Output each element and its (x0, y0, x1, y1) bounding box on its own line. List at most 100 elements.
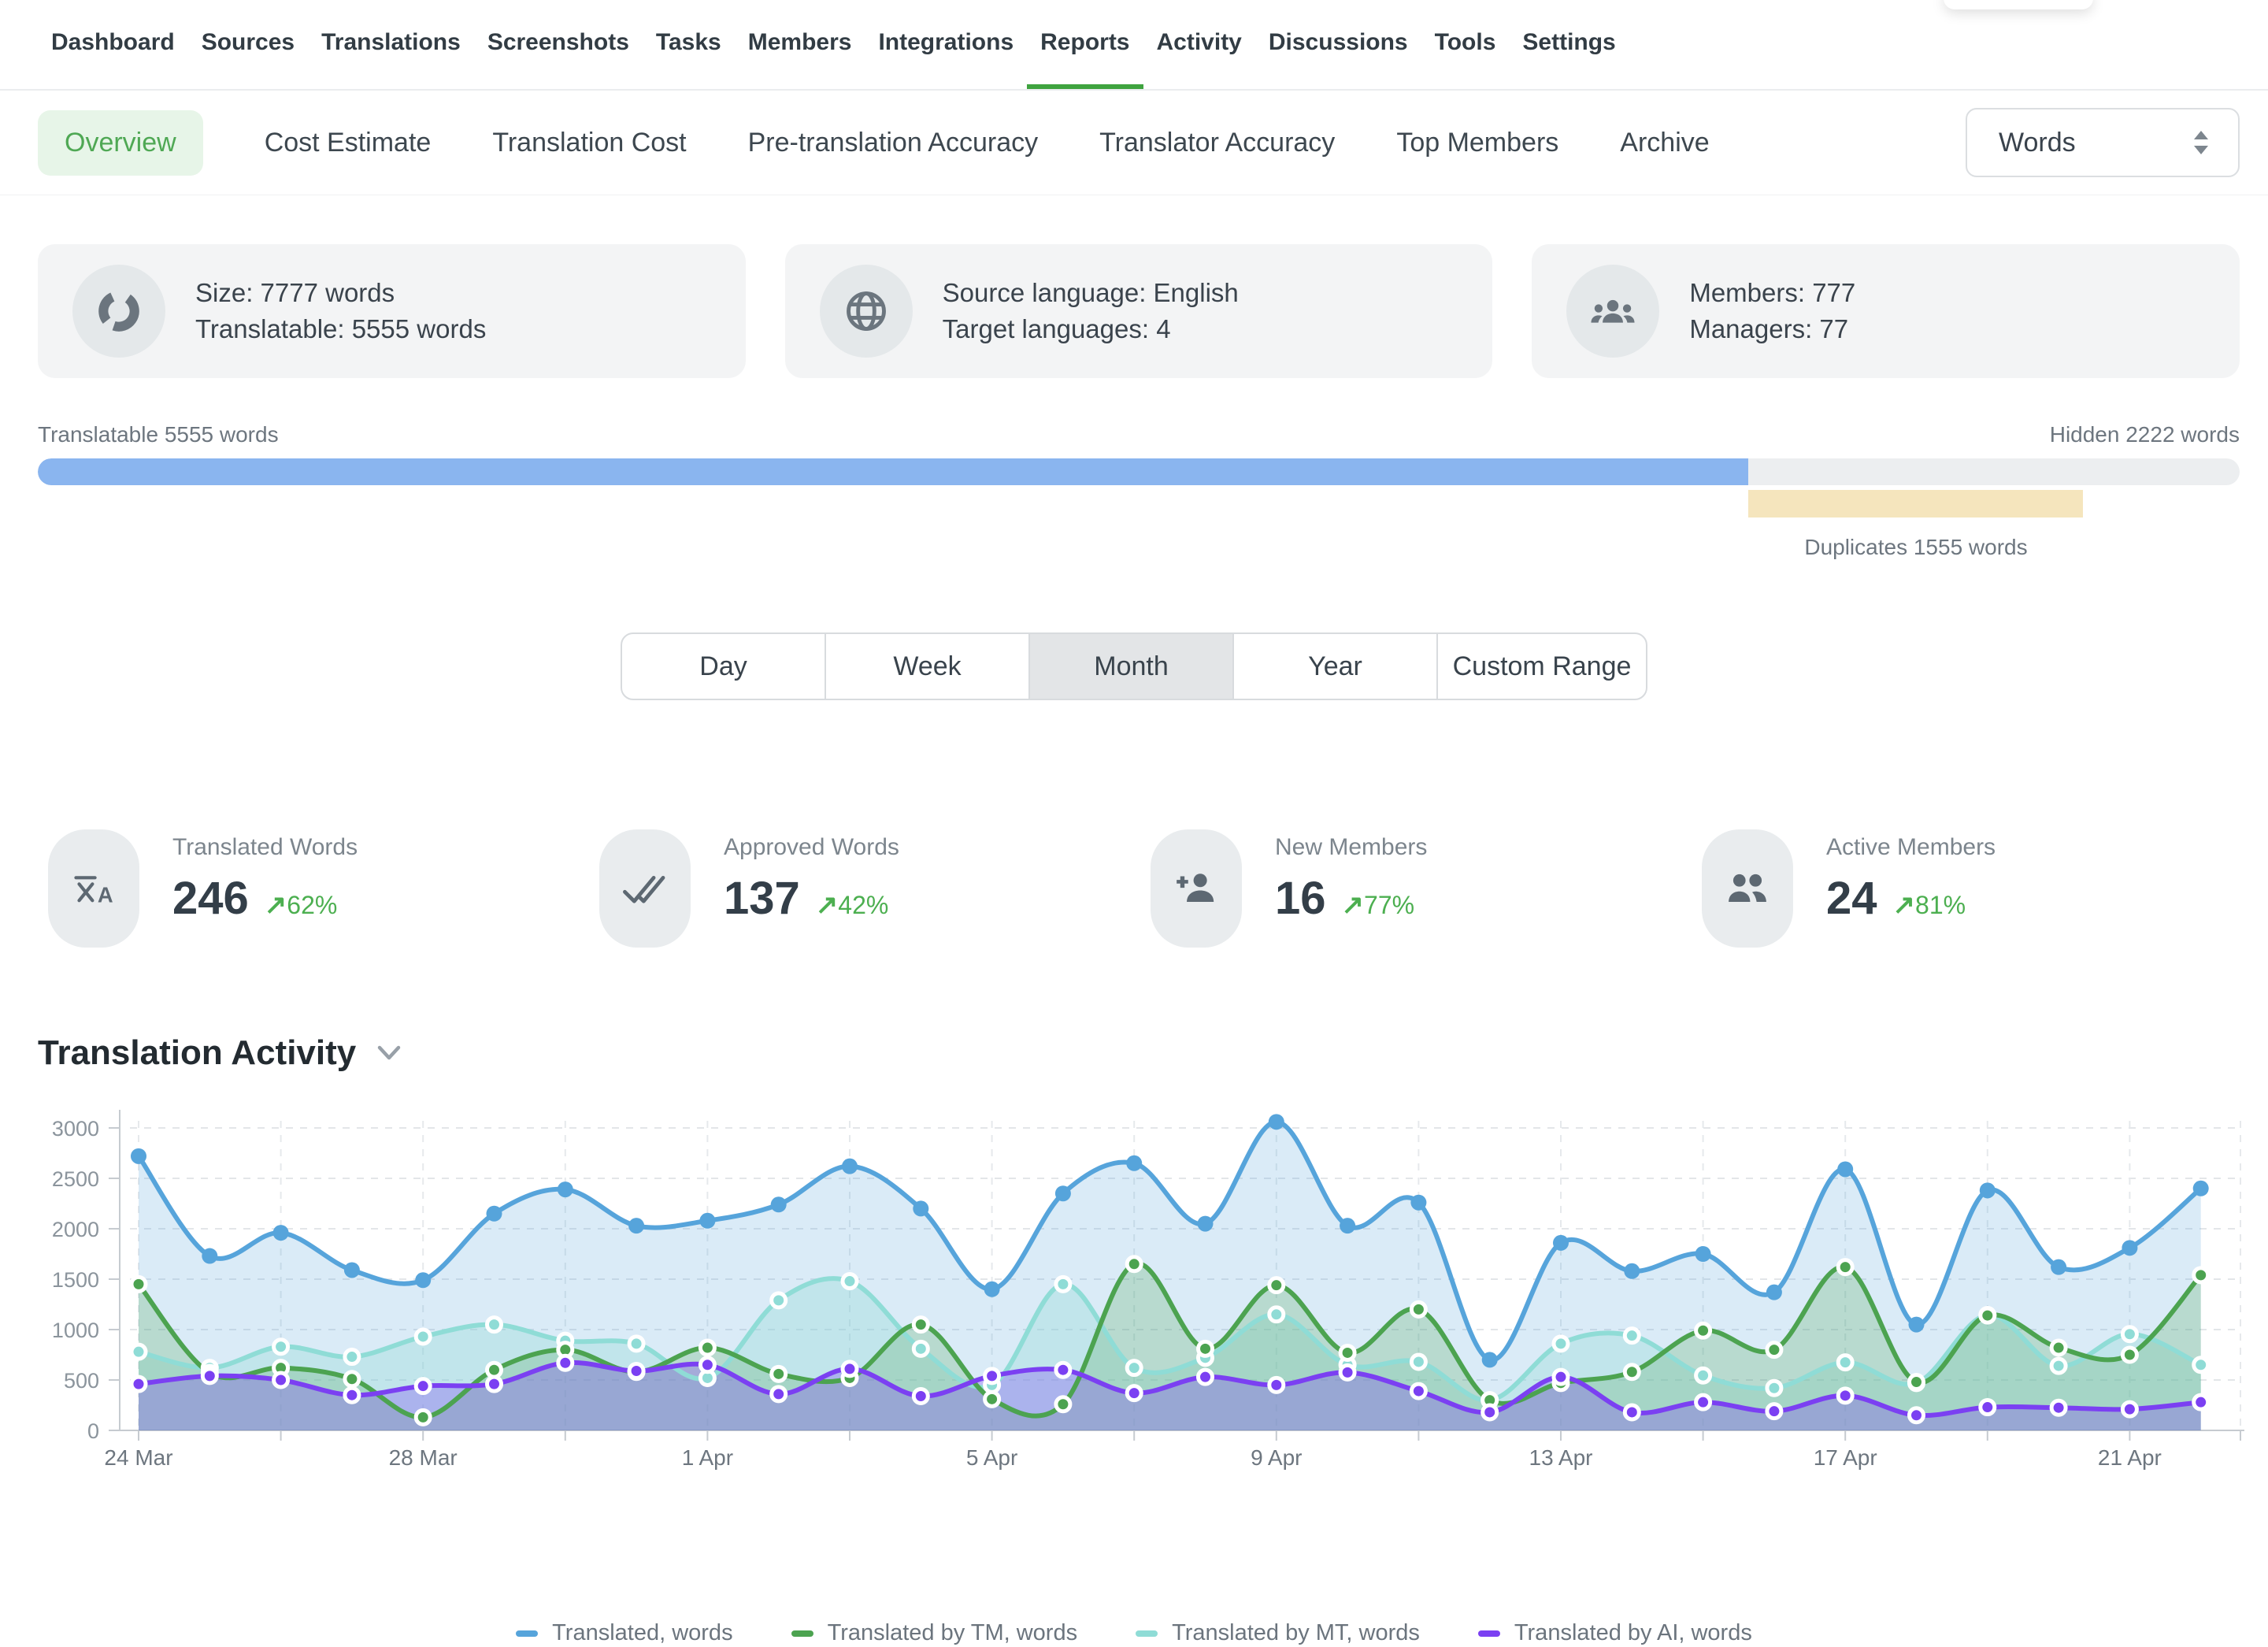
globe-icon (820, 265, 913, 358)
nav-item-sources[interactable]: Sources (188, 0, 308, 89)
nav-item-settings[interactable]: Settings (1509, 0, 1629, 89)
stat-label: Active Members (1826, 834, 1996, 861)
legend-item-translated[interactable]: Translated, words (516, 1620, 732, 1646)
trend-up-icon: ↗ (816, 890, 839, 920)
progress-ring-icon (72, 265, 165, 358)
nav-item-discussions[interactable]: Discussions (1255, 0, 1421, 89)
top-navigation: Dashboard Sources Translations Screensho… (0, 0, 2268, 91)
languages-card: Source language: English Target language… (785, 244, 1493, 378)
reports-subnav: Overview Cost Estimate Translation Cost … (0, 91, 2268, 195)
project-size: Size: 7777 words (195, 275, 486, 311)
stat-label: Translated Words (172, 834, 358, 861)
translatable-words-label: Translatable 5555 words (38, 422, 279, 447)
words-progress-section: Translatable 5555 words Hidden 2222 word… (38, 422, 2240, 560)
unit-select-value: Words (1999, 128, 2076, 158)
nav-item-integrations[interactable]: Integrations (865, 0, 1027, 89)
svg-text:9 Apr: 9 Apr (1251, 1445, 1302, 1470)
svg-text:1 Apr: 1 Apr (682, 1445, 733, 1470)
tab-overview[interactable]: Overview (38, 110, 203, 176)
svg-text:2000: 2000 (52, 1218, 99, 1241)
tab-pre-translation-accuracy[interactable]: Pre-translation Accuracy (748, 128, 1039, 158)
range-tab-year[interactable]: Year (1232, 632, 1438, 700)
stat-delta: 81% (1915, 891, 1966, 919)
approved-words-stat: Approved Words 137 ↗42% (599, 829, 1151, 948)
project-translatable: Translatable: 5555 words (195, 311, 486, 347)
trend-up-icon: ↗ (1342, 890, 1365, 920)
tab-translation-cost[interactable]: Translation Cost (492, 128, 686, 158)
legend-label: Translated, words (552, 1620, 732, 1646)
tab-cost-estimate[interactable]: Cost Estimate (265, 128, 432, 158)
source-language: Source language: English (943, 275, 1239, 311)
size-card: Size: 7777 words Translatable: 5555 word… (38, 244, 746, 378)
svg-text:13 Apr: 13 Apr (1529, 1445, 1593, 1470)
range-tab-week[interactable]: Week (825, 632, 1030, 700)
nav-item-members[interactable]: Members (735, 0, 865, 89)
target-languages: Target languages: 4 (943, 311, 1239, 347)
svg-text:3000: 3000 (52, 1117, 99, 1141)
members-card: Members: 777 Managers: 77 (1532, 244, 2240, 378)
stat-delta: 77% (1364, 891, 1414, 919)
legend-item-translated-by-ai[interactable]: Translated by AI, words (1478, 1620, 1752, 1646)
legend-marker (791, 1630, 813, 1637)
legend-marker (516, 1630, 538, 1637)
legend-label: Translated by AI, words (1514, 1620, 1752, 1646)
nav-item-tools[interactable]: Tools (1421, 0, 1510, 89)
svg-text:1000: 1000 (52, 1319, 99, 1342)
chevron-down-icon[interactable] (376, 1045, 402, 1061)
managers-count: Managers: 77 (1689, 311, 1855, 347)
svg-text:24 Mar: 24 Mar (104, 1445, 172, 1470)
trend-up-icon: ↗ (1893, 890, 1916, 920)
svg-text:0: 0 (87, 1419, 99, 1443)
people-icon (1702, 829, 1793, 948)
translate-icon: A (48, 829, 139, 948)
range-tab-custom-range[interactable]: Custom Range (1436, 632, 1647, 700)
tab-archive[interactable]: Archive (1620, 128, 1709, 158)
people-group-icon (1566, 265, 1659, 358)
translated-words-stat: A Translated Words 246 ↗62% (48, 829, 599, 948)
range-tab-day[interactable]: Day (621, 632, 826, 700)
range-tab-month[interactable]: Month (1028, 632, 1234, 700)
legend-label: Translated by TM, words (828, 1620, 1078, 1646)
svg-text:17 Apr: 17 Apr (1814, 1445, 1877, 1470)
summary-cards: Size: 7777 words Translatable: 5555 word… (38, 244, 2240, 378)
select-updown-icon (2191, 128, 2211, 158)
nav-item-dashboard[interactable]: Dashboard (38, 0, 188, 89)
section-title: Translation Activity (38, 1033, 356, 1073)
stat-value: 24 (1826, 872, 1877, 925)
trend-up-icon: ↗ (265, 890, 287, 920)
words-progress-track (38, 458, 2240, 485)
legend-marker (1136, 1630, 1158, 1637)
translation-activity-chart[interactable]: 05001000150020002500300024 Mar28 Mar1 Ap… (0, 1099, 2268, 1647)
stat-label: Approved Words (724, 834, 899, 861)
unit-select[interactable]: Words (1966, 108, 2240, 177)
chart-legend: Translated, words Translated by TM, word… (0, 1620, 2268, 1646)
svg-text:A: A (98, 883, 113, 907)
svg-text:28 Mar: 28 Mar (389, 1445, 458, 1470)
nav-item-translations[interactable]: Translations (308, 0, 474, 89)
svg-text:2500: 2500 (52, 1167, 99, 1191)
stat-value: 246 (172, 872, 249, 925)
floating-widget-remnant (1944, 0, 2093, 9)
nav-item-screenshots[interactable]: Screenshots (474, 0, 643, 89)
translation-activity-chart-area: 05001000150020002500300024 Mar28 Mar1 Ap… (0, 1099, 2268, 1647)
new-members-stat: New Members 16 ↗77% (1151, 829, 1702, 948)
legend-label: Translated by MT, words (1172, 1620, 1420, 1646)
duplicates-bar (1748, 490, 2083, 517)
hidden-words-label: Hidden 2222 words (2050, 422, 2240, 447)
nav-item-reports[interactable]: Reports (1027, 0, 1143, 89)
legend-item-translated-by-mt[interactable]: Translated by MT, words (1136, 1620, 1420, 1646)
stat-value: 16 (1275, 872, 1326, 925)
word-bar-fill (38, 458, 1748, 485)
duplicates-label: Duplicates 1555 words (1804, 535, 2027, 560)
stats-row: A Translated Words 246 ↗62% Approved Wor… (48, 829, 2268, 948)
stat-delta: 62% (287, 891, 337, 919)
tab-translator-accuracy[interactable]: Translator Accuracy (1099, 128, 1335, 158)
legend-item-translated-by-tm[interactable]: Translated by TM, words (791, 1620, 1078, 1646)
svg-text:5 Apr: 5 Apr (966, 1445, 1017, 1470)
tab-top-members[interactable]: Top Members (1396, 128, 1558, 158)
duplicates-bar-row (38, 490, 2240, 517)
svg-text:500: 500 (64, 1369, 99, 1393)
legend-marker (1478, 1630, 1500, 1637)
nav-item-tasks[interactable]: Tasks (643, 0, 735, 89)
nav-item-activity[interactable]: Activity (1143, 0, 1255, 89)
